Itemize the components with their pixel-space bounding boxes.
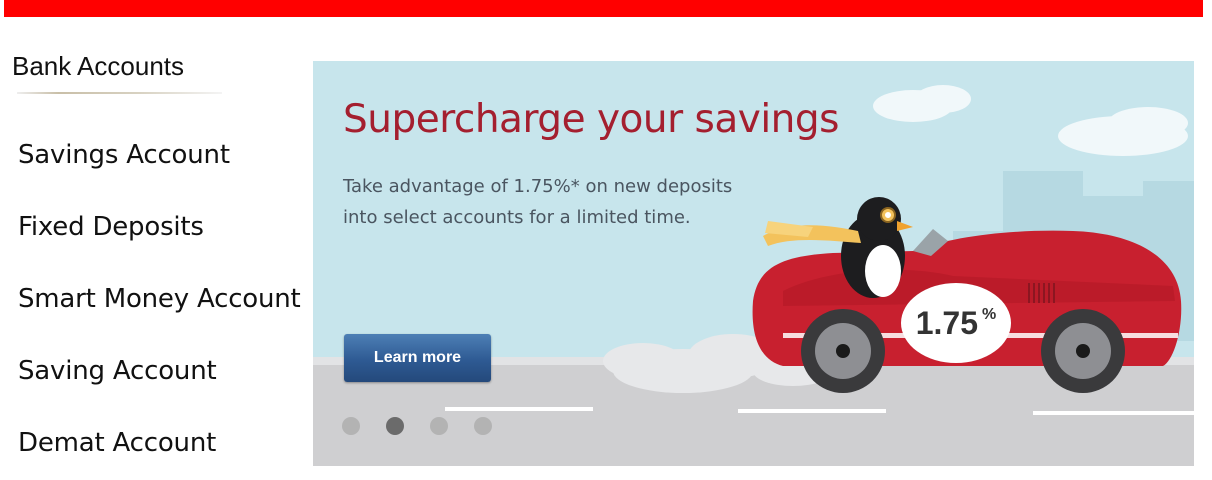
- sidebar-item-smart-money-account[interactable]: Smart Money Account: [18, 284, 301, 314]
- top-red-bar: [4, 0, 1203, 17]
- carousel-dot[interactable]: [474, 417, 492, 435]
- carousel-dot[interactable]: [430, 417, 448, 435]
- promo-banner[interactable]: Supercharge your savings Take advantage …: [313, 61, 1194, 466]
- rate-badge: 1.75 %: [901, 283, 1011, 363]
- banner-headline: Supercharge your savings: [343, 97, 839, 142]
- sidebar-title: Bank Accounts: [12, 51, 184, 81]
- rate-value: 1.75: [915, 304, 979, 341]
- learn-more-button[interactable]: Learn more: [344, 334, 491, 382]
- carousel-dots: [342, 417, 492, 435]
- carousel-dot-active[interactable]: [386, 417, 404, 435]
- sidebar-item-saving-account[interactable]: Saving Account: [18, 356, 217, 386]
- sidebar-item-fixed-deposits[interactable]: Fixed Deposits: [18, 212, 204, 242]
- sidebar-item-savings-account[interactable]: Savings Account: [18, 140, 230, 170]
- carousel-dot[interactable]: [342, 417, 360, 435]
- sidebar-divider: [17, 92, 222, 94]
- banner-subtext: Take advantage of 1.75%* on new deposits…: [343, 176, 733, 228]
- sidebar-item-demat-account[interactable]: Demat Account: [18, 428, 216, 458]
- rate-unit: %: [982, 306, 997, 323]
